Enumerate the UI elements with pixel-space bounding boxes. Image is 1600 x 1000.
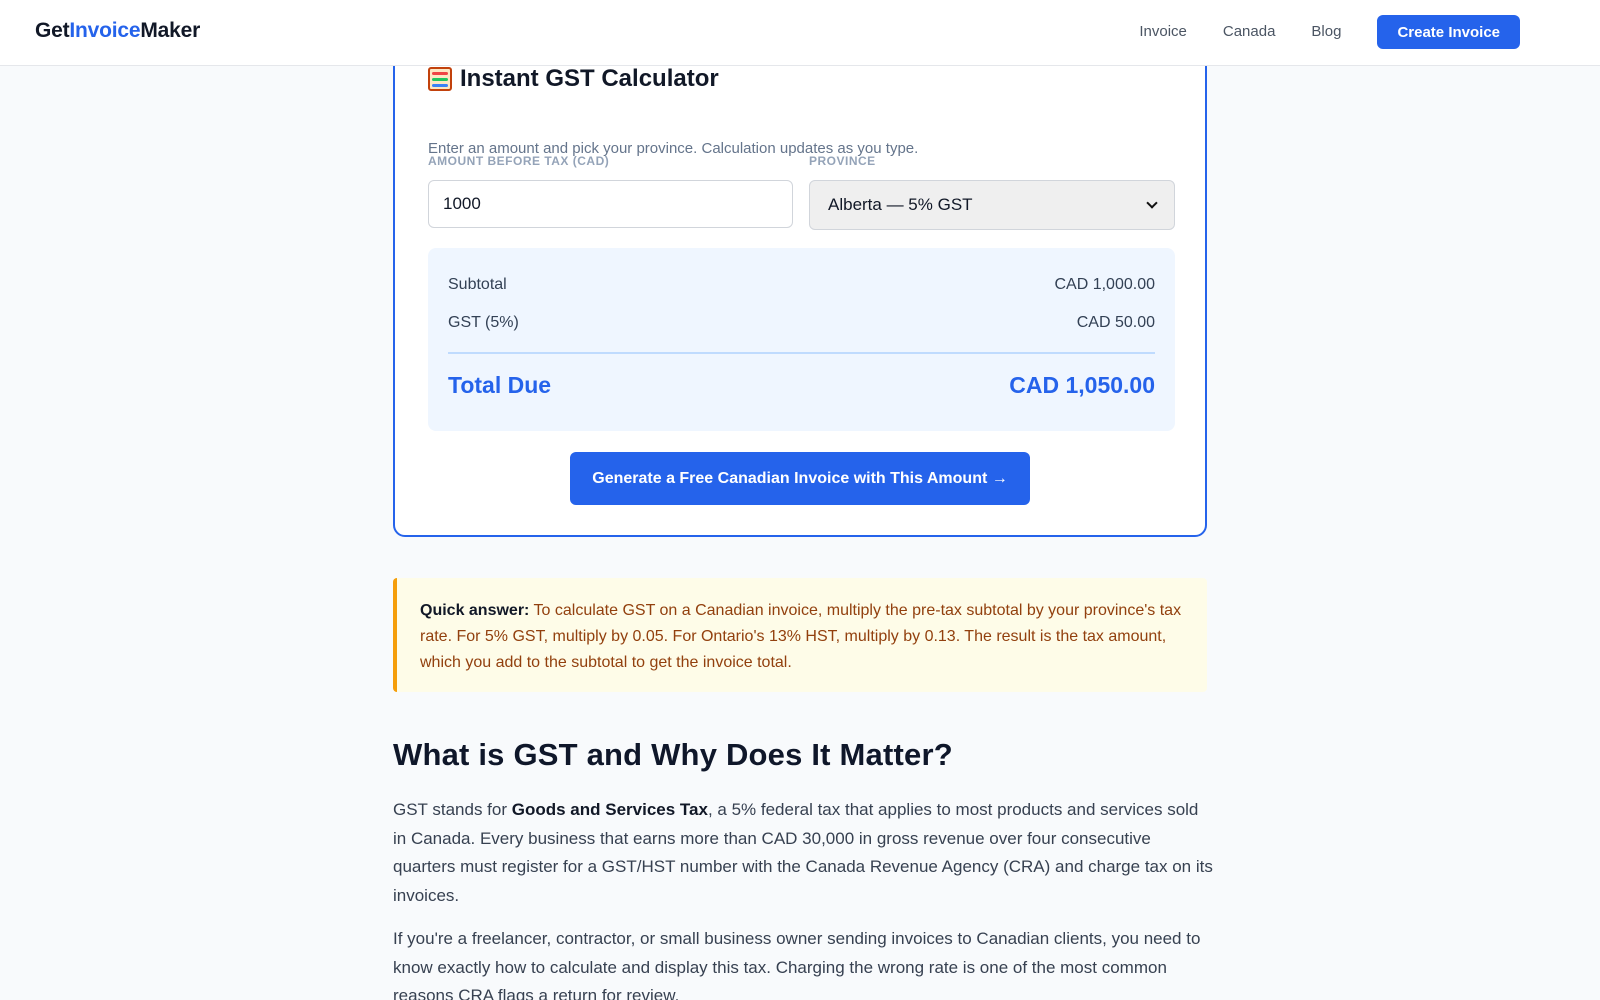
gst-calculator-card: Instant GST Calculator Enter an amount a… — [393, 30, 1207, 537]
quick-answer-callout: Quick answer: To calculate GST on a Cana… — [393, 578, 1207, 692]
subtotal-label: Subtotal — [448, 276, 507, 293]
amount-label: AMOUNT BEFORE TAX (CAD) — [428, 154, 610, 168]
p1-before: GST stands for — [393, 800, 512, 819]
logo-part-get: Get — [35, 19, 70, 42]
amount-input[interactable] — [428, 180, 793, 228]
article-heading: What is GST and Why Does It Matter? — [393, 737, 953, 772]
calculator-title: Instant GST Calculator — [428, 65, 719, 93]
abacus-icon — [428, 67, 452, 91]
main-nav: Invoice Canada Blog Create Invoice — [1139, 15, 1520, 49]
p1-bold: Goods and Services Tax — [511, 800, 708, 819]
total-row: Total Due CAD 1,050.00 — [448, 372, 1155, 399]
article-paragraph-2: If you're a freelancer, contractor, or s… — [393, 929, 1201, 1000]
site-header: GetInvoiceMaker Invoice Canada Blog Crea… — [0, 0, 1600, 66]
province-label: PROVINCE — [809, 154, 876, 168]
subtotal-row: Subtotal CAD 1,000.00 — [448, 276, 1155, 294]
generate-invoice-button[interactable]: Generate a Free Canadian Invoice with Th… — [570, 452, 1030, 505]
chevron-down-icon — [1146, 197, 1158, 209]
province-selected-value: Alberta — 5% GST — [828, 195, 973, 214]
quick-answer-text: To calculate GST on a Canadian invoice, … — [420, 602, 1182, 671]
nav-link-canada[interactable]: Canada — [1223, 15, 1276, 49]
tax-summary: Subtotal CAD 1,000.00 GST (5%) CAD 50.00… — [428, 248, 1175, 431]
province-select[interactable]: Alberta — 5% GST — [809, 180, 1175, 230]
gst-label: GST (5%) — [448, 314, 519, 331]
article-paragraph-1: GST stands for Goods and Services Tax, a… — [393, 796, 1213, 910]
calculator-title-text: Instant GST Calculator — [460, 65, 719, 92]
site-logo[interactable]: GetInvoiceMaker — [35, 19, 200, 43]
logo-part-invoice: Invoice — [69, 19, 141, 42]
create-invoice-button[interactable]: Create Invoice — [1377, 15, 1520, 49]
nav-link-invoice[interactable]: Invoice — [1139, 15, 1187, 49]
total-value: CAD 1,050.00 — [1009, 372, 1155, 398]
quick-answer-label: Quick answer: — [420, 602, 530, 619]
gst-row: GST (5%) CAD 50.00 — [448, 314, 1155, 332]
gst-value: CAD 50.00 — [1076, 314, 1155, 331]
nav-link-blog[interactable]: Blog — [1311, 15, 1341, 49]
logo-part-maker: Maker — [140, 19, 201, 42]
total-label: Total Due — [448, 372, 552, 398]
subtotal-value: CAD 1,000.00 — [1054, 276, 1155, 293]
summary-divider — [448, 352, 1155, 354]
